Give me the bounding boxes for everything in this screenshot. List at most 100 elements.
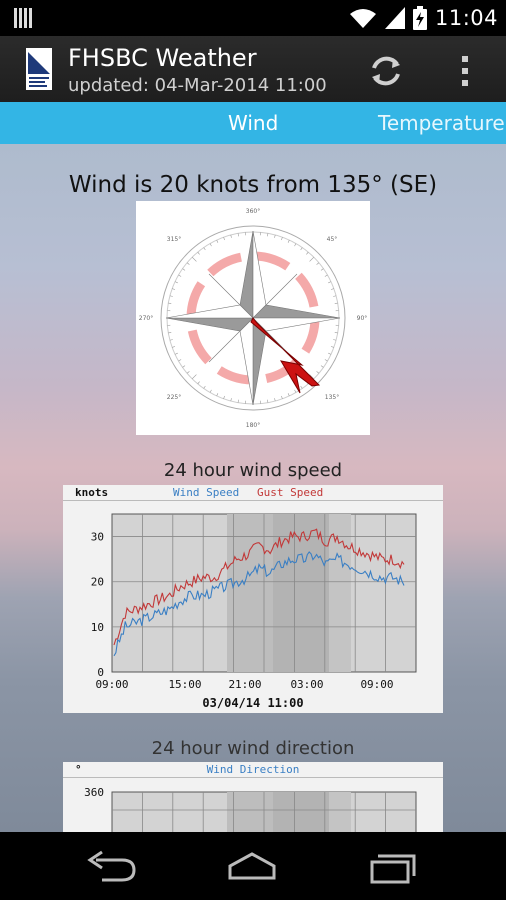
compass-tick: [324, 274, 328, 277]
wind-speed-chart-title: 24 hour wind speed: [163, 460, 343, 481]
wifi-icon: [349, 9, 376, 28]
legend-wind-direction: Wind Direction: [207, 763, 300, 776]
last-updated-text: updated: 04-Mar-2014 11:00: [68, 75, 327, 96]
compass-label-w: 270°: [139, 315, 153, 322]
compass-label-e: 90°: [357, 315, 368, 322]
compass-tick: [330, 346, 334, 348]
compass-label-s: 180°: [246, 422, 260, 429]
compass-tick: [182, 365, 186, 368]
compass-label-sw: 225°: [167, 394, 181, 401]
compass-tick: [178, 359, 182, 362]
compass-tick: [197, 251, 200, 255]
compass-tick: [191, 374, 197, 380]
wind-speed-chart-svg: knots Wind Speed Gust Speed 0102030 09:0…: [63, 486, 443, 710]
compass-tick: [334, 302, 338, 304]
compass-tick: [203, 385, 206, 389]
compass-tick: [223, 237, 225, 241]
signal-icon: [384, 7, 405, 29]
compass-tick: [223, 395, 225, 399]
compass-tick: [333, 295, 337, 297]
app-logo-icon: [26, 48, 52, 90]
speed-x-tick: 21:00: [228, 678, 261, 691]
compass-tick: [320, 268, 324, 271]
compass-tick: [274, 234, 276, 238]
compass-tick: [333, 339, 337, 341]
compass-tick: [172, 288, 176, 290]
compass-tick: [209, 389, 212, 393]
compass-rose: 360° 45° 90° 135° 180° 225° 270° 315°: [136, 201, 370, 435]
compass-tick: [178, 274, 182, 277]
navigation-bar: [0, 832, 506, 900]
tab-strip: Wind Temperature: [0, 102, 506, 144]
compass-tick: [320, 365, 324, 368]
status-clock: 11:04: [434, 6, 498, 30]
compass-tick: [281, 237, 283, 241]
wind-headline: Wind is 20 knots from 135° (SE): [68, 172, 438, 198]
speed-x-tick: 15:00: [168, 678, 201, 691]
compass-tick: [209, 243, 212, 247]
compass-tick: [186, 371, 190, 374]
compass-tick: [230, 398, 232, 402]
compass-tick: [230, 234, 232, 238]
compass-tick: [197, 381, 200, 385]
speed-x-tick: 09:00: [95, 678, 128, 691]
compass-tick: [316, 262, 320, 265]
refresh-icon[interactable]: [366, 51, 406, 91]
compass-tick: [287, 393, 290, 397]
compass-tick: [168, 332, 172, 334]
wind-direction-chart: ° Wind Direction 360: [63, 762, 443, 832]
compass-label-se: 135°: [325, 394, 339, 401]
compass-label-ne: 45°: [327, 236, 338, 243]
compass-tick: [237, 399, 239, 403]
recent-apps-icon[interactable]: [364, 846, 424, 886]
action-bar: FHSBC Weather updated: 04-Mar-2014 11:00: [0, 36, 506, 102]
compass-tick: [182, 268, 186, 271]
speed-unit-label: knots: [75, 486, 108, 499]
compass-tick: [294, 389, 297, 393]
overflow-menu-icon[interactable]: [450, 51, 480, 91]
legend-gust-speed: Gust Speed: [257, 486, 323, 499]
compass-tick: [316, 371, 320, 374]
compass-tick: [330, 288, 334, 290]
legend-wind-speed: Wind Speed: [173, 486, 239, 499]
compass-tick: [168, 302, 172, 304]
speed-x-tick: 03:00: [290, 678, 323, 691]
speed-date-label: 03/04/14 11:00: [202, 696, 303, 710]
compass-tick: [300, 247, 303, 251]
compass-tick: [294, 243, 297, 247]
compass-label-n: 360°: [246, 208, 260, 215]
back-icon[interactable]: [82, 846, 142, 886]
speed-x-tick: 09:00: [360, 678, 393, 691]
compass-tick: [169, 339, 173, 341]
compass-tick: [306, 251, 309, 255]
tab-temperature[interactable]: Temperature: [378, 102, 505, 144]
notification-bars-icon: [14, 8, 32, 28]
compass-tick: [309, 256, 315, 262]
compass-tick: [172, 346, 176, 348]
compass-tick: [267, 233, 269, 237]
compass-tick: [216, 239, 219, 243]
status-icons: 11:04: [349, 0, 498, 36]
compass-tick: [274, 398, 276, 402]
compass-rose-graphic: 360° 45° 90° 135° 180° 225° 270° 315°: [139, 208, 368, 429]
compass-tick: [281, 395, 283, 399]
speed-y-tick: 10: [91, 621, 104, 634]
compass-label-nw: 315°: [167, 236, 181, 243]
tab-wind[interactable]: Wind: [228, 102, 278, 144]
direction-unit-label: °: [75, 763, 82, 776]
compass-tick: [287, 239, 290, 243]
direction-first-tick: 360: [84, 786, 104, 799]
compass-tick: [186, 262, 190, 265]
compass-tick: [191, 256, 197, 262]
compass-tick: [300, 385, 303, 389]
home-icon[interactable]: [222, 846, 282, 886]
compass-tick: [328, 352, 332, 355]
battery-icon: [412, 6, 427, 30]
compass-tick: [334, 332, 338, 334]
wind-direction-chart-title: 24 hour wind direction: [151, 738, 355, 759]
status-bar: 11:04: [0, 0, 506, 36]
compass-tick: [237, 233, 239, 237]
speed-y-tick: 20: [91, 576, 104, 589]
wind-content[interactable]: Wind is 20 knots from 135° (SE) 360° 45°…: [0, 144, 506, 832]
wind-speed-chart: knots Wind Speed Gust Speed 0 10 20 30 09:0…: [63, 485, 443, 713]
